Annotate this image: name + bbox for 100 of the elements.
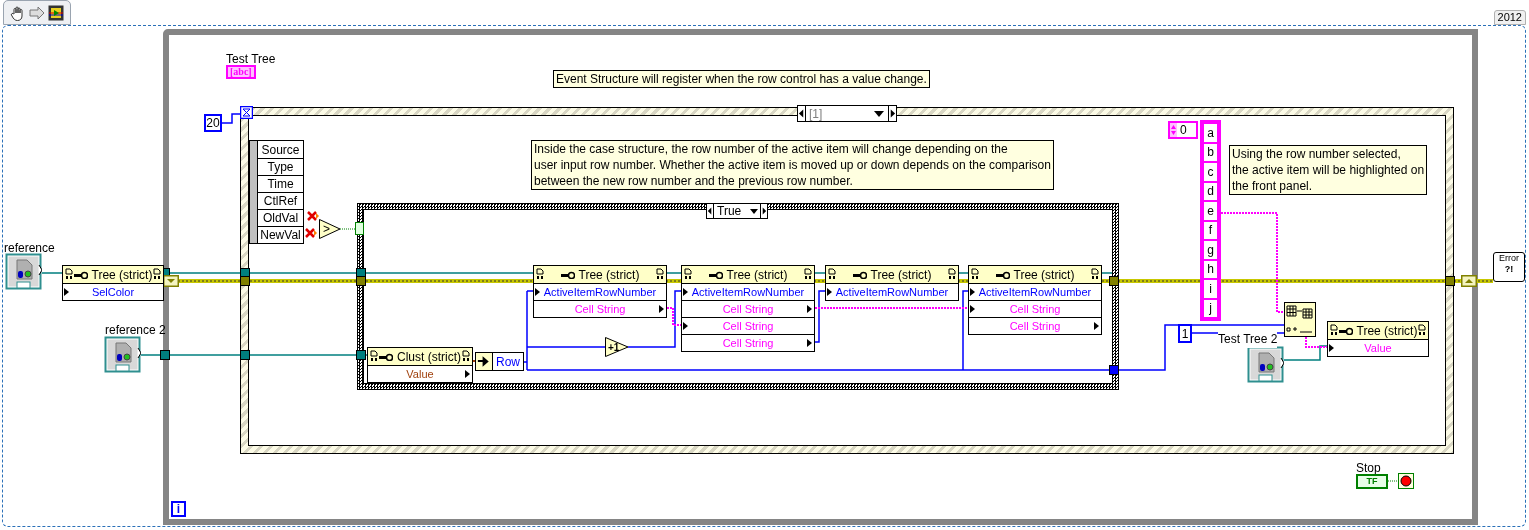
array-element: c [1204, 163, 1217, 181]
table-node-icon [1284, 302, 1316, 337]
property-label: Cell String [1009, 318, 1061, 334]
document-icon [1418, 324, 1426, 336]
terminal-arrow-icon [465, 370, 470, 378]
terminal-label: reference [4, 240, 55, 257]
document-icon [804, 268, 812, 280]
array-element: g [1204, 241, 1217, 259]
comment: Event Structure will register when the row control has a value change. [553, 70, 930, 88]
key-icon [1338, 326, 1353, 335]
caret-icon [874, 110, 884, 117]
terminal-label: Stop [1356, 460, 1381, 477]
node-class: Tree (strict) [726, 266, 788, 284]
document-icon [684, 268, 692, 280]
property-label: Cell String [722, 335, 774, 351]
stop-icon [1398, 473, 1414, 489]
terminal-arrow-icon [807, 339, 812, 347]
numeric-constant: 1 [1178, 324, 1192, 343]
wire [221, 113, 241, 124]
property-label: ActiveItemRowNumber [835, 284, 949, 300]
terminal-label: Test Tree [226, 51, 276, 68]
array-element: i [1204, 280, 1217, 298]
key-icon [708, 270, 723, 279]
numeric-constant: 20 [204, 114, 222, 132]
key-icon [379, 352, 393, 361]
tunnel [240, 350, 250, 360]
node-class: Tree (strict) [578, 266, 640, 284]
array-element: j [1204, 299, 1217, 317]
terminal-arrow-icon [807, 305, 812, 313]
key-icon [852, 270, 867, 279]
document-icon [1091, 268, 1099, 280]
tunnel [160, 350, 170, 360]
document-icon [153, 268, 161, 280]
index-value: 0 [1180, 122, 1187, 139]
property-label: SelColor [91, 284, 135, 300]
node-handle[interactable] [250, 141, 258, 243]
string-terminal: [abc] [226, 65, 256, 79]
document-icon [656, 268, 664, 280]
terminal-arrow-icon [659, 305, 664, 313]
field-label: Row [495, 353, 521, 371]
property-label: Cell String [722, 301, 774, 317]
error-indicator: Error ?! [1493, 252, 1525, 282]
left-arrow-icon[interactable] [798, 106, 806, 121]
document-icon [1330, 324, 1338, 336]
property-label: Cell String [722, 318, 774, 334]
event-data-field: CtlRef [258, 192, 303, 209]
shift-register [1461, 275, 1477, 287]
document-icon [536, 268, 544, 280]
film-icon[interactable] [48, 4, 64, 21]
case-selector[interactable]: [1] [797, 105, 897, 122]
property-label: ActiveItemRowNumber [543, 284, 657, 300]
array-element: b [1204, 143, 1217, 161]
comment: Using the row number selected, the active item will be highlighted on the front panel. [1229, 145, 1428, 195]
event-data-field: NewVal [258, 226, 303, 243]
property-label: ActiveItemRowNumber [978, 284, 1092, 300]
hand-icon[interactable] [10, 4, 26, 21]
tunnel [1445, 276, 1455, 286]
array-element: h [1204, 260, 1217, 278]
boolean-terminal: TF [1356, 474, 1388, 489]
reference-terminal [5, 253, 42, 290]
terminal-label: reference 2 [105, 322, 166, 339]
event-data-field: OldVal [258, 209, 303, 226]
key-icon [73, 270, 88, 279]
iteration-terminal: i [171, 501, 186, 517]
property-label: ActiveItemRowNumber [691, 284, 805, 300]
right-arrow-icon[interactable] [760, 204, 767, 218]
document-icon [462, 350, 470, 362]
caret-icon [750, 208, 758, 214]
property-label: Cell String [574, 301, 626, 317]
node-class: Tree (strict) [1013, 266, 1075, 284]
node-class: Tree (strict) [870, 266, 932, 284]
property-label: Value [406, 366, 434, 382]
broken-wire-icon [305, 211, 319, 221]
terminal-arrow-icon [1094, 322, 1099, 330]
left-arrow-icon[interactable] [707, 204, 714, 218]
reference-terminal [104, 336, 141, 373]
document-icon [948, 268, 956, 280]
document-icon [971, 268, 979, 280]
selector-terminal [355, 222, 364, 235]
array-element: d [1204, 182, 1217, 200]
document-icon [828, 268, 836, 280]
property-label: Value [1364, 340, 1392, 356]
version-tag: 2012 [1493, 10, 1526, 25]
document-icon [65, 268, 73, 280]
array-element: e [1204, 202, 1217, 220]
right-arrow-icon[interactable] [888, 106, 896, 121]
hourglass-icon [240, 106, 253, 119]
node-class: Tree (strict) [1356, 322, 1418, 340]
increment-node: +1 [605, 337, 629, 357]
key-icon [560, 270, 575, 279]
node-class: Clust (strict) [397, 348, 461, 366]
broken-wire-icon [303, 228, 317, 238]
key-icon [995, 270, 1010, 279]
case-selector[interactable]: True [706, 203, 768, 219]
comment: Inside the case structure, the row number of the active item will change depending on the user input row number. Whether the active item is moved up or down depends on the comparison between the new row number and the previous row number. [531, 140, 1054, 190]
array-element: a [1204, 124, 1217, 142]
array-element: f [1204, 221, 1217, 239]
node-class: Tree (strict) [91, 266, 153, 284]
compare-node: > [319, 219, 341, 239]
event-data-field: Time [258, 175, 303, 192]
